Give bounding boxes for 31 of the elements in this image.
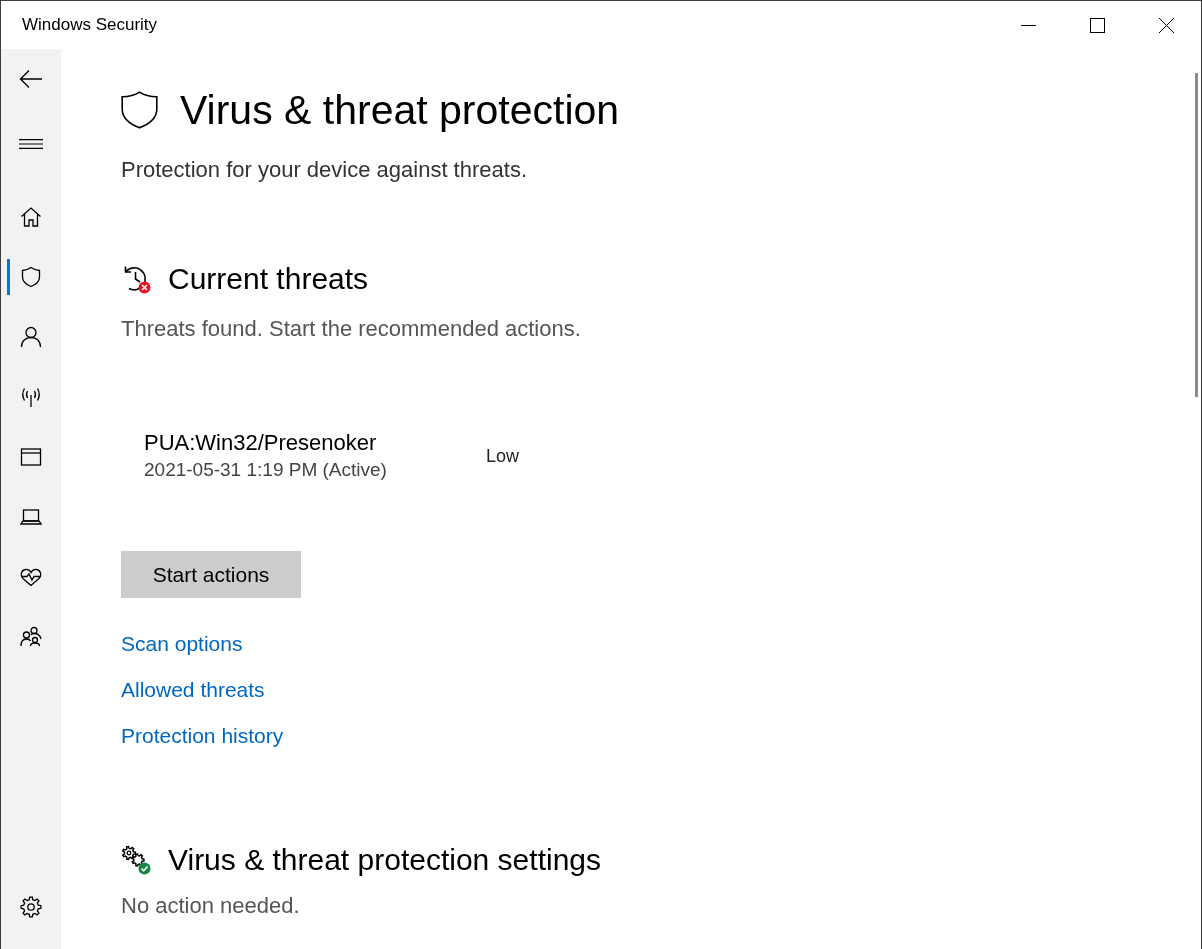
link[interactable]: Protection history	[121, 722, 284, 750]
maximize-icon	[1090, 17, 1105, 33]
link[interactable]: Allowed threats	[121, 676, 284, 704]
threat-date: 2021-05-31 1:19 PM (Active)	[144, 458, 388, 482]
laptop-icon	[20, 506, 42, 528]
home-icon	[20, 206, 42, 228]
link[interactable]: Scan options	[121, 630, 284, 658]
shield-icon	[121, 91, 158, 129]
back-arrow-icon	[19, 69, 43, 89]
person-icon	[20, 326, 42, 348]
shield-icon	[20, 266, 42, 288]
family-icon	[20, 626, 42, 648]
browser-window-icon	[20, 446, 42, 468]
section-heading: Current threats	[168, 261, 369, 297]
start-actions-button[interactable]: Start actions	[121, 551, 301, 598]
settings-icon	[20, 896, 42, 918]
page-subtitle: Protection for your device against threats.	[121, 156, 527, 184]
threat-status: Threats found. Start the recommended actions.	[121, 315, 581, 343]
close-icon	[1159, 17, 1174, 33]
window-title: Windows Security	[22, 15, 158, 35]
antenna-icon	[20, 386, 42, 408]
heart-pulse-icon	[20, 566, 42, 588]
gears-check-icon	[121, 845, 151, 875]
section-heading: Virus & threat protection settings	[168, 842, 601, 878]
settings-status: No action needed.	[121, 892, 300, 920]
scrollbar-thumb[interactable]	[1195, 73, 1198, 397]
page-title: Virus & threat protection	[180, 86, 620, 135]
threat-severity: Low	[486, 445, 520, 468]
minimize-icon	[1021, 24, 1036, 26]
menu-icon	[19, 139, 43, 149]
threat-name: PUA:Win32/Presenoker	[144, 429, 378, 457]
